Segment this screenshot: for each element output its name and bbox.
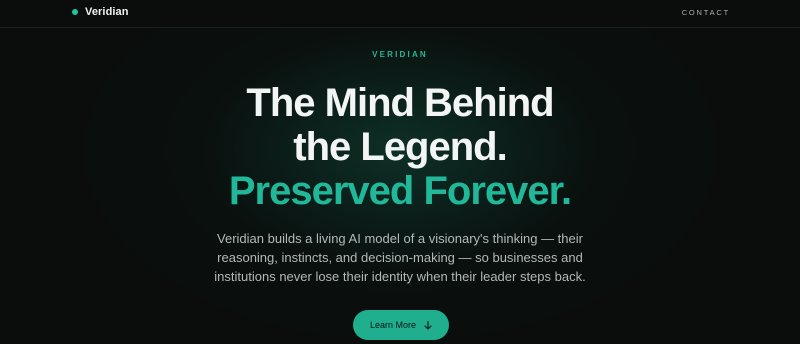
learn-more-button[interactable]: Learn More [353,310,449,340]
nav-contact-link[interactable]: CONTACT [682,8,730,17]
brand-dot-icon [72,9,78,15]
hero-description: Veridian builds a living AI model of a v… [0,229,800,286]
hero-headline: The Mind Behind the Legend. Preserved Fo… [0,81,800,213]
top-nav-bar: Veridian CONTACT [0,0,800,28]
arrow-down-icon [424,320,432,330]
brand-logo[interactable]: Veridian [72,6,129,18]
landing-page: Veridian CONTACT VERIDIAN The Mind Behin… [0,0,800,344]
description-line-1: Veridian builds a living AI model of a v… [217,231,583,246]
headline-line-1: The Mind Behind [246,81,554,125]
hero-eyebrow: VERIDIAN [372,50,428,59]
description-line-2: reasoning, instincts, and decision-makin… [217,250,583,265]
headline-accent-line: Preserved Forever. [228,169,572,213]
description-line-3: institutions never lose their identity w… [214,269,586,284]
headline-line-2: the Legend. [293,125,507,169]
learn-more-label: Learn More [369,320,417,330]
brand-name: Veridian [85,6,129,18]
